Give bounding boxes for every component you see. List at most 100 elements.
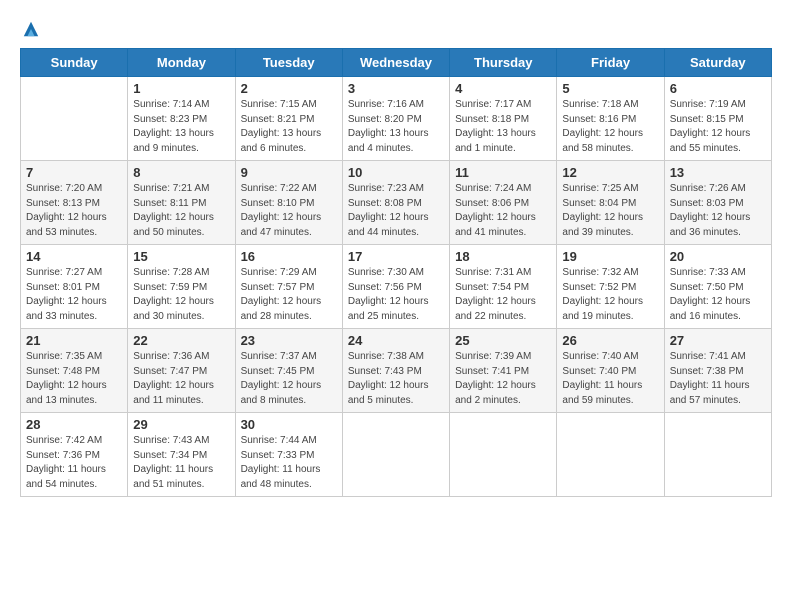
day-number: 21 xyxy=(26,333,122,348)
calendar-body: 1Sunrise: 7:14 AMSunset: 8:23 PMDaylight… xyxy=(21,77,772,497)
calendar-cell: 8 Sunrise: 7:21 AMSunset: 8:11 PMDaylight… xyxy=(128,161,235,245)
day-number: 28 xyxy=(26,417,122,432)
day-info: Sunrise: 7:44 AMSunset: 7:33 PMDaylight:… xyxy=(241,434,337,492)
calendar-cell: 18Sunrise: 7:31 AMSunset: 7:54 PMDayligh… xyxy=(450,245,557,329)
calendar-cell xyxy=(557,413,664,497)
calendar-cell: 30 Sunrise: 7:44 AMSunset: 7:33 PMDayligh… xyxy=(235,413,342,497)
day-info: Sunrise: 7:19 AMSunset: 8:15 PMDaylight:… xyxy=(670,98,766,156)
calendar-day-header: Sunday xyxy=(21,49,128,77)
calendar-week-row: 7 Sunrise: 7:20 AMSunset: 8:13 PMDaylight… xyxy=(21,161,772,245)
day-number: 24 xyxy=(348,333,444,348)
day-info: Sunrise: 7:20 AMSunset: 8:13 PMDaylight:… xyxy=(26,182,122,240)
calendar-week-row: 1Sunrise: 7:14 AMSunset: 8:23 PMDaylight… xyxy=(21,77,772,161)
day-number: 2 xyxy=(241,81,337,96)
day-info: Sunrise: 7:33 AMSunset: 7:50 PMDaylight:… xyxy=(670,266,766,324)
day-number: 23 xyxy=(241,333,337,348)
calendar-day-header: Wednesday xyxy=(342,49,449,77)
calendar-cell: 14 Sunrise: 7:27 AMSunset: 8:01 PMDayligh… xyxy=(21,245,128,329)
calendar-day-header: Tuesday xyxy=(235,49,342,77)
calendar-week-row: 14 Sunrise: 7:27 AMSunset: 8:01 PMDayligh… xyxy=(21,245,772,329)
calendar-header-row: SundayMondayTuesdayWednesdayThursdayFrid… xyxy=(21,49,772,77)
calendar-cell: 23 Sunrise: 7:37 AMSunset: 7:45 PMDayligh… xyxy=(235,329,342,413)
day-number: 3 xyxy=(348,81,444,96)
day-info: Sunrise: 7:18 AMSunset: 8:16 PMDaylight:… xyxy=(562,98,658,156)
calendar-cell xyxy=(21,77,128,161)
day-info: Sunrise: 7:39 AMSunset: 7:41 PMDaylight:… xyxy=(455,350,551,408)
day-info: Sunrise: 7:42 AMSunset: 7:36 PMDaylight:… xyxy=(26,434,122,492)
day-info: Sunrise: 7:40 AMSunset: 7:40 PMDaylight:… xyxy=(562,350,658,408)
calendar-cell: 2Sunrise: 7:15 AMSunset: 8:21 PMDaylight… xyxy=(235,77,342,161)
calendar-cell: 3 Sunrise: 7:16 AMSunset: 8:20 PMDaylight… xyxy=(342,77,449,161)
day-info: Sunrise: 7:25 AMSunset: 8:04 PMDaylight:… xyxy=(562,182,658,240)
day-number: 8 xyxy=(133,165,229,180)
calendar-cell: 13 Sunrise: 7:26 AMSunset: 8:03 PMDayligh… xyxy=(664,161,771,245)
calendar-cell: 5 Sunrise: 7:18 AMSunset: 8:16 PMDaylight… xyxy=(557,77,664,161)
calendar-cell: 17 Sunrise: 7:30 AMSunset: 7:56 PMDayligh… xyxy=(342,245,449,329)
calendar-cell: 7 Sunrise: 7:20 AMSunset: 8:13 PMDaylight… xyxy=(21,161,128,245)
logo xyxy=(20,20,40,38)
day-number: 7 xyxy=(26,165,122,180)
day-number: 11 xyxy=(455,165,551,180)
day-number: 16 xyxy=(241,249,337,264)
day-number: 19 xyxy=(562,249,658,264)
day-number: 27 xyxy=(670,333,766,348)
day-info: Sunrise: 7:31 AMSunset: 7:54 PMDaylight:… xyxy=(455,266,551,324)
calendar-day-header: Thursday xyxy=(450,49,557,77)
day-number: 14 xyxy=(26,249,122,264)
day-info: Sunrise: 7:24 AMSunset: 8:06 PMDaylight:… xyxy=(455,182,551,240)
day-number: 17 xyxy=(348,249,444,264)
calendar-cell: 4 Sunrise: 7:17 AMSunset: 8:18 PMDaylight… xyxy=(450,77,557,161)
day-info: Sunrise: 7:38 AMSunset: 7:43 PMDaylight:… xyxy=(348,350,444,408)
calendar-day-header: Monday xyxy=(128,49,235,77)
calendar-table: SundayMondayTuesdayWednesdayThursdayFrid… xyxy=(20,48,772,497)
day-number: 29 xyxy=(133,417,229,432)
calendar-cell: 27Sunrise: 7:41 AMSunset: 7:38 PMDayligh… xyxy=(664,329,771,413)
day-info: Sunrise: 7:27 AMSunset: 8:01 PMDaylight:… xyxy=(26,266,122,324)
day-info: Sunrise: 7:32 AMSunset: 7:52 PMDaylight:… xyxy=(562,266,658,324)
day-number: 9 xyxy=(241,165,337,180)
logo-icon xyxy=(22,20,40,38)
day-number: 4 xyxy=(455,81,551,96)
day-info: Sunrise: 7:16 AMSunset: 8:20 PMDaylight:… xyxy=(348,98,444,156)
calendar-cell: 29Sunrise: 7:43 AMSunset: 7:34 PMDayligh… xyxy=(128,413,235,497)
day-number: 15 xyxy=(133,249,229,264)
calendar-cell: 25 Sunrise: 7:39 AMSunset: 7:41 PMDayligh… xyxy=(450,329,557,413)
calendar-cell: 1Sunrise: 7:14 AMSunset: 8:23 PMDaylight… xyxy=(128,77,235,161)
calendar-cell: 11 Sunrise: 7:24 AMSunset: 8:06 PMDayligh… xyxy=(450,161,557,245)
day-info: Sunrise: 7:21 AMSunset: 8:11 PMDaylight:… xyxy=(133,182,229,240)
day-info: Sunrise: 7:23 AMSunset: 8:08 PMDaylight:… xyxy=(348,182,444,240)
day-info: Sunrise: 7:36 AMSunset: 7:47 PMDaylight:… xyxy=(133,350,229,408)
calendar-cell: 12 Sunrise: 7:25 AMSunset: 8:04 PMDayligh… xyxy=(557,161,664,245)
calendar-cell: 26 Sunrise: 7:40 AMSunset: 7:40 PMDayligh… xyxy=(557,329,664,413)
calendar-cell: 9 Sunrise: 7:22 AMSunset: 8:10 PMDaylight… xyxy=(235,161,342,245)
day-number: 30 xyxy=(241,417,337,432)
day-number: 20 xyxy=(670,249,766,264)
calendar-cell xyxy=(664,413,771,497)
day-number: 26 xyxy=(562,333,658,348)
day-number: 25 xyxy=(455,333,551,348)
calendar-cell xyxy=(450,413,557,497)
day-number: 5 xyxy=(562,81,658,96)
calendar-cell: 19 Sunrise: 7:32 AMSunset: 7:52 PMDayligh… xyxy=(557,245,664,329)
calendar-cell: 10Sunrise: 7:23 AMSunset: 8:08 PMDayligh… xyxy=(342,161,449,245)
calendar-cell: 16 Sunrise: 7:29 AMSunset: 7:57 PMDayligh… xyxy=(235,245,342,329)
day-info: Sunrise: 7:37 AMSunset: 7:45 PMDaylight:… xyxy=(241,350,337,408)
day-info: Sunrise: 7:29 AMSunset: 7:57 PMDaylight:… xyxy=(241,266,337,324)
calendar-week-row: 28 Sunrise: 7:42 AMSunset: 7:36 PMDayligh… xyxy=(21,413,772,497)
day-number: 1 xyxy=(133,81,229,96)
calendar-cell: 20 Sunrise: 7:33 AMSunset: 7:50 PMDayligh… xyxy=(664,245,771,329)
calendar-day-header: Saturday xyxy=(664,49,771,77)
day-number: 12 xyxy=(562,165,658,180)
calendar-cell: 24 Sunrise: 7:38 AMSunset: 7:43 PMDayligh… xyxy=(342,329,449,413)
page-header xyxy=(20,20,772,38)
calendar-cell xyxy=(342,413,449,497)
calendar-cell: 22 Sunrise: 7:36 AMSunset: 7:47 PMDayligh… xyxy=(128,329,235,413)
calendar-cell: 21Sunrise: 7:35 AMSunset: 7:48 PMDayligh… xyxy=(21,329,128,413)
calendar-cell: 28 Sunrise: 7:42 AMSunset: 7:36 PMDayligh… xyxy=(21,413,128,497)
day-info: Sunrise: 7:26 AMSunset: 8:03 PMDaylight:… xyxy=(670,182,766,240)
day-info: Sunrise: 7:17 AMSunset: 8:18 PMDaylight:… xyxy=(455,98,551,156)
day-number: 22 xyxy=(133,333,229,348)
day-number: 13 xyxy=(670,165,766,180)
day-info: Sunrise: 7:30 AMSunset: 7:56 PMDaylight:… xyxy=(348,266,444,324)
day-info: Sunrise: 7:22 AMSunset: 8:10 PMDaylight:… xyxy=(241,182,337,240)
